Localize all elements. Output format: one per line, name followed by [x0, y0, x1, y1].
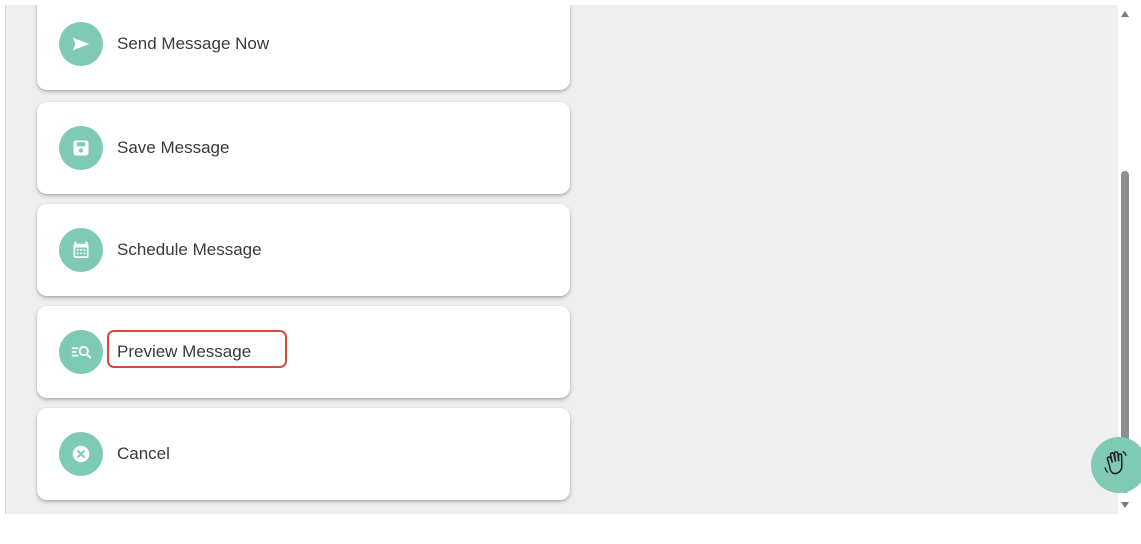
option-label: Save Message [117, 138, 230, 157]
send-message-now-option[interactable]: Send Message Now [37, 5, 570, 90]
cancel-icon [59, 432, 103, 476]
save-icon [59, 126, 103, 170]
send-icon [59, 22, 103, 66]
help-widget-button[interactable] [1091, 437, 1141, 493]
option-label: Cancel [117, 444, 170, 463]
action-panel: Send Message Now Save Message Schedule M… [5, 5, 1118, 514]
waving-hand-icon [1101, 448, 1131, 483]
scroll-down-arrow-icon[interactable] [1121, 502, 1129, 508]
scroll-up-arrow-icon[interactable] [1121, 11, 1129, 17]
cancel-option[interactable]: Cancel [37, 408, 570, 500]
option-label: Send Message Now [117, 34, 270, 53]
save-message-option[interactable]: Save Message [37, 102, 570, 194]
preview-search-icon [59, 330, 103, 374]
preview-message-option[interactable]: Preview Message [37, 306, 570, 398]
calendar-icon [59, 228, 103, 272]
option-label: Schedule Message [117, 240, 262, 259]
highlight-box [107, 330, 287, 368]
schedule-message-option[interactable]: Schedule Message [37, 204, 570, 296]
